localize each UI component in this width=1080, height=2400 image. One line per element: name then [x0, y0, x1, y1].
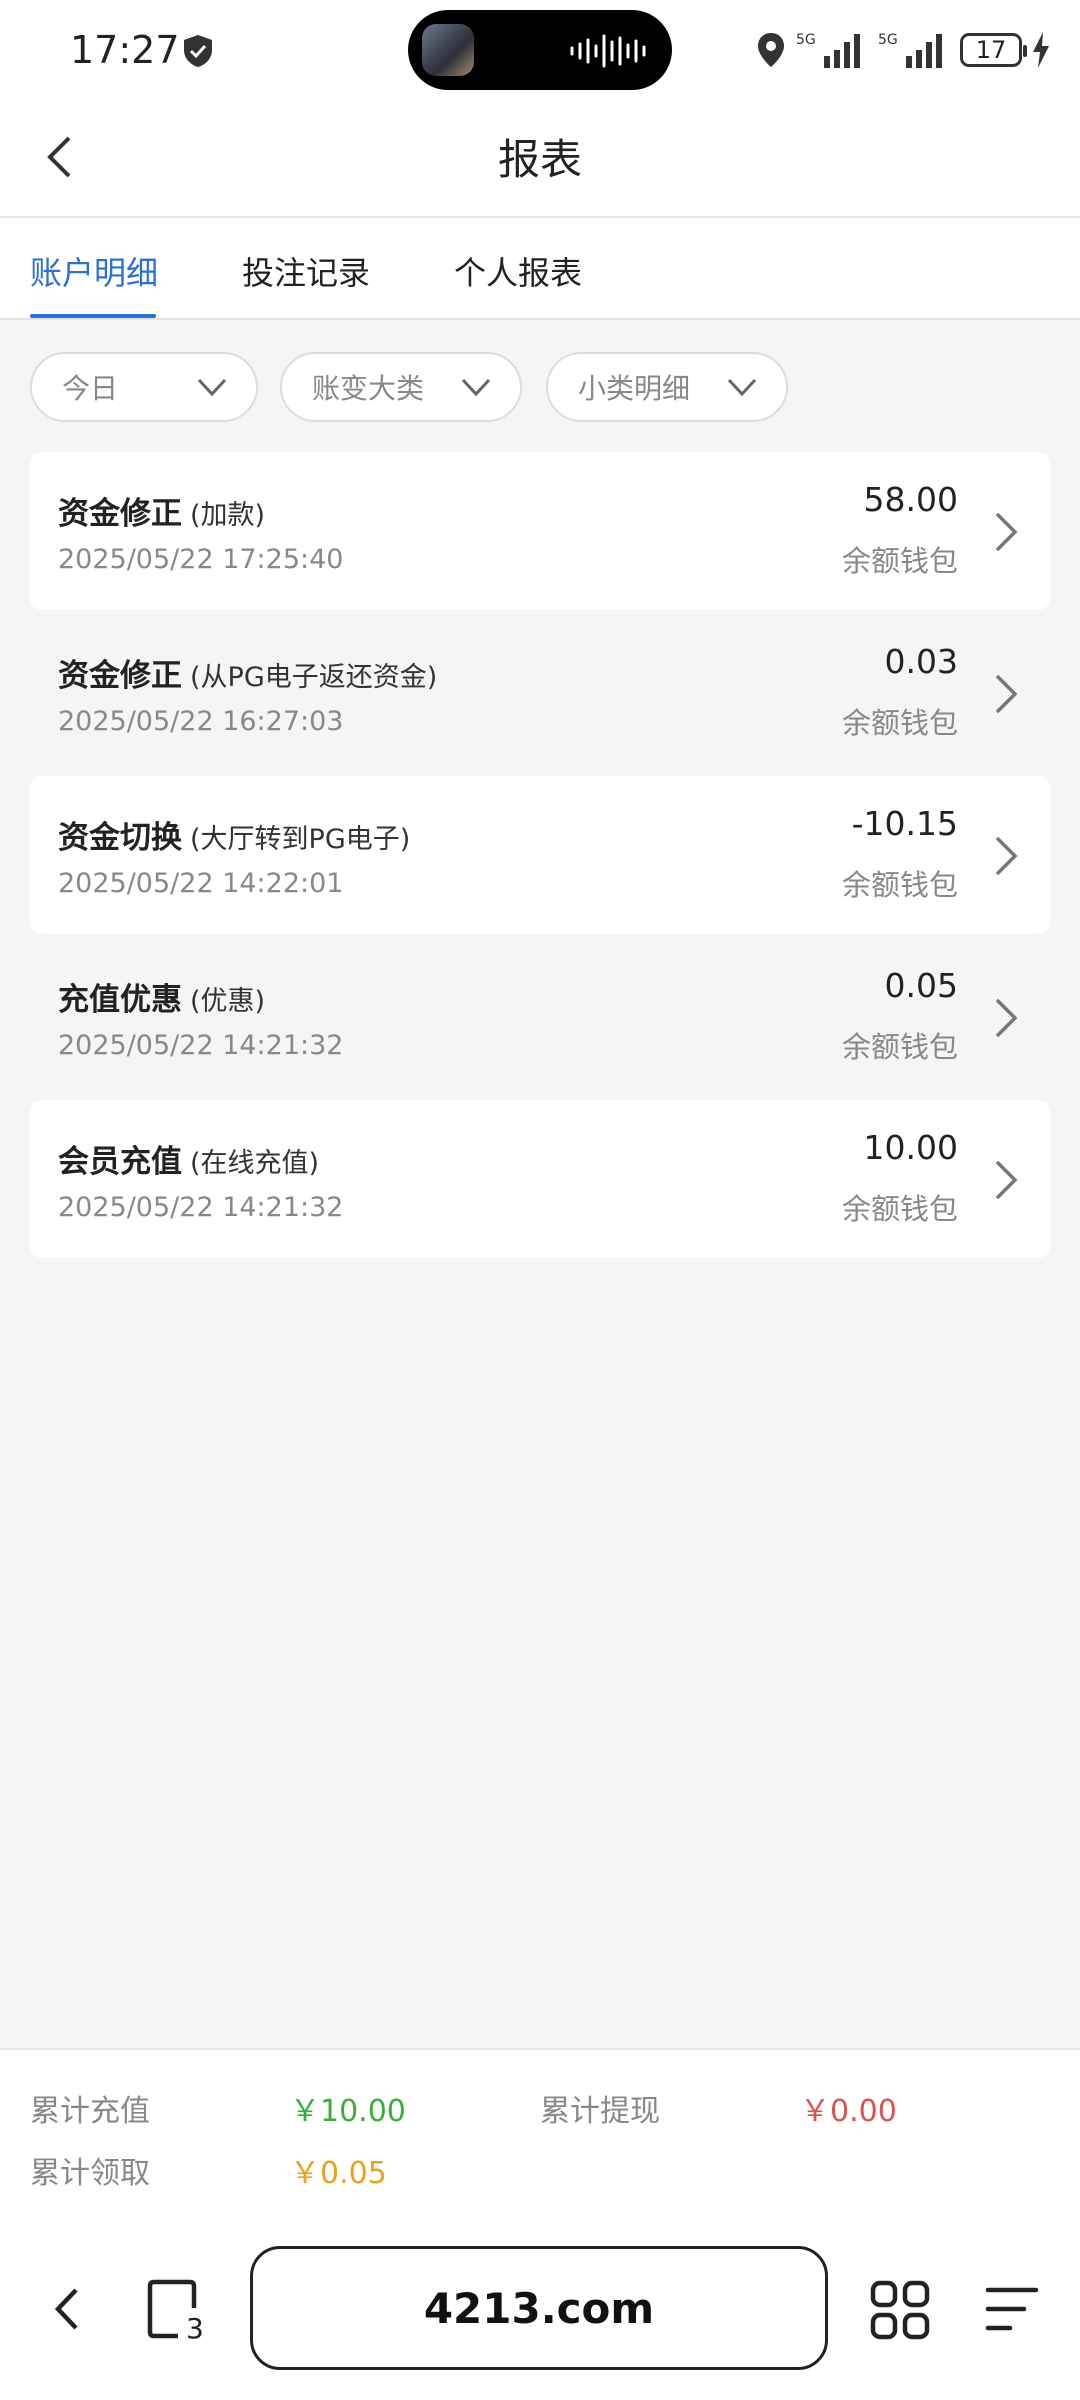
location-icon: [758, 33, 784, 67]
total-claim-value: ￥0.05: [290, 2156, 387, 2191]
summary-panel: 累计充值 ￥10.00 累计提现 ￥0.00 累计领取 ￥0.05: [0, 2048, 1080, 2218]
list-item[interactable]: 会员充值 (在线充值) 2025/05/22 14:21:32 10.00 余额钱…: [30, 1100, 1050, 1258]
chevron-right-icon: [995, 1160, 1018, 1200]
tab-account-details[interactable]: 账户明细: [30, 248, 158, 294]
record-wallet: 余额钱包: [841, 706, 958, 740]
chevron-right-icon: [995, 836, 1018, 876]
chevron-down-icon: [197, 378, 227, 397]
chevron-down-icon: [727, 378, 757, 397]
app-header: 报表: [0, 100, 1080, 218]
status-indicators: 5G 5G 17: [756, 28, 1050, 72]
record-amount: 0.03: [884, 642, 958, 681]
active-tab-indicator: [30, 314, 156, 318]
total-withdraw-label: 累计提现: [540, 2094, 660, 2129]
total-withdraw-value: ￥0.00: [800, 2094, 897, 2129]
category-filter-dropdown[interactable]: 账变大类: [280, 352, 522, 422]
filter-label: 账变大类: [312, 372, 425, 405]
record-date: 2025/05/22 14:21:32: [58, 1192, 344, 1223]
status-bar: 17:27 5G 5G 17: [0, 0, 1080, 100]
chevron-right-icon: [995, 674, 1018, 714]
date-filter-dropdown[interactable]: 今日: [30, 352, 258, 422]
signal-label: 5G: [878, 32, 898, 48]
signal-5g-icon: 5G: [796, 32, 860, 68]
chevron-right-icon: [995, 512, 1018, 552]
record-amount: 10.00: [863, 1128, 958, 1167]
total-deposit-label: 累计充值: [30, 2094, 150, 2129]
charging-icon: [1033, 32, 1049, 68]
shield-icon: [184, 35, 212, 67]
record-subtitle: (优惠): [190, 986, 266, 1017]
signal-label: 5G: [796, 32, 816, 48]
dynamic-island: [408, 10, 672, 90]
record-wallet: 余额钱包: [841, 544, 958, 578]
menu-icon[interactable]: [984, 2284, 1040, 2334]
chevron-down-icon: [461, 378, 491, 397]
tab-count: 3: [186, 2312, 204, 2340]
record-date: 2025/05/22 17:25:40: [58, 544, 344, 575]
record-wallet: 余额钱包: [841, 868, 958, 902]
record-amount: 0.05: [884, 966, 958, 1005]
record-title: 充值优惠 (优惠): [58, 982, 266, 1018]
record-amount: -10.15: [851, 804, 958, 843]
filter-label: 今日: [62, 372, 119, 405]
record-title: 资金切换 (大厅转到PG电子): [58, 820, 411, 856]
record-date: 2025/05/22 16:27:03: [58, 706, 344, 737]
tab-bar: 账户明细 投注记录 个人报表: [0, 218, 1080, 320]
chevron-right-icon: [995, 998, 1018, 1038]
status-time: 17:27: [70, 28, 180, 72]
record-subtitle: (大厅转到PG电子): [190, 824, 411, 855]
total-claim-label: 累计领取: [30, 2156, 150, 2191]
url-bar[interactable]: 4213.com: [250, 2246, 828, 2370]
list-item[interactable]: 资金修正 (加款) 2025/05/22 17:25:40 58.00 余额钱包: [30, 452, 1050, 610]
record-title: 会员充值 (在线充值): [58, 1144, 320, 1180]
record-subtitle: (从PG电子返还资金): [190, 662, 438, 693]
audio-wave-icon: [570, 34, 646, 68]
page-title: 报表: [497, 135, 582, 184]
record-wallet: 余额钱包: [841, 1192, 958, 1226]
list-item[interactable]: 充值优惠 (优惠) 2025/05/22 14:21:32 0.05 余额钱包: [30, 938, 1050, 1096]
list-item[interactable]: 资金切换 (大厅转到PG电子) 2025/05/22 14:22:01 -10.1…: [30, 776, 1050, 934]
list-item[interactable]: 资金修正 (从PG电子返还资金) 2025/05/22 16:27:03 0.03…: [30, 614, 1050, 772]
record-title: 资金修正 (从PG电子返还资金): [58, 658, 438, 694]
tabs-switcher-icon[interactable]: 3: [146, 2278, 208, 2340]
apps-grid-icon[interactable]: [870, 2280, 930, 2340]
filter-label: 小类明细: [578, 372, 691, 405]
record-title: 资金修正 (加款): [58, 496, 266, 532]
record-subtitle: (在线充值): [190, 1148, 320, 1179]
record-date: 2025/05/22 14:21:32: [58, 1030, 344, 1061]
battery-indicator: 17: [960, 33, 1027, 67]
tab-personal-report[interactable]: 个人报表: [454, 248, 582, 294]
browser-back-icon[interactable]: [50, 2284, 82, 2334]
record-subtitle: (加款): [190, 500, 266, 531]
total-deposit-value: ￥10.00: [290, 2094, 406, 2129]
browser-toolbar: 3 4213.com: [0, 2218, 1080, 2400]
media-thumbnail: [422, 24, 474, 76]
record-amount: 58.00: [863, 480, 958, 519]
tab-bet-records[interactable]: 投注记录: [242, 248, 370, 294]
record-wallet: 余额钱包: [841, 1030, 958, 1064]
record-date: 2025/05/22 14:22:01: [58, 868, 344, 899]
signal-5g-icon: 5G: [878, 32, 942, 68]
subcategory-filter-dropdown[interactable]: 小类明细: [546, 352, 788, 422]
